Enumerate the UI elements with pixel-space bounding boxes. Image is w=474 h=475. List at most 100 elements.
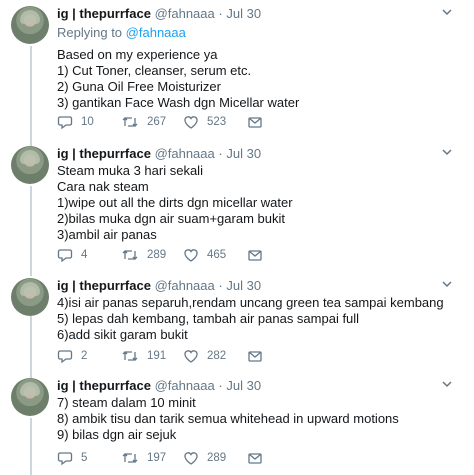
tweet-date[interactable]: Jul 30 <box>226 378 261 393</box>
tweet-text: Based on my experience ya 1) Cut Toner, … <box>57 47 299 111</box>
tweet-date[interactable]: Jul 30 <box>226 278 261 293</box>
replying-prefix: Replying to <box>57 25 123 40</box>
replying-to-handle[interactable]: @fahnaaa <box>126 25 186 40</box>
separator-dot: · <box>218 146 223 161</box>
retweet-button[interactable]: 289 <box>121 247 166 263</box>
tweet-date[interactable]: Jul 30 <box>226 146 261 161</box>
avatar[interactable] <box>11 146 49 184</box>
retweet-icon <box>122 351 138 361</box>
reply-count: 4 <box>81 249 88 261</box>
author-name[interactable]: ig | thepurrface <box>57 146 151 161</box>
reply-button[interactable]: 4 <box>57 247 87 263</box>
tweet-text: 4)isi air panas separuh,rendam uncang gr… <box>57 295 444 343</box>
tweet-line: 3) gantikan Face Wash dgn Micellar water <box>57 95 300 110</box>
tweet-header: ig | thepurrface @fahnaaa · Jul 30 <box>57 146 261 162</box>
like-count: 523 <box>207 116 227 128</box>
tweet-line: 2)bilas muka dgn air suam+garam bukit <box>57 211 285 226</box>
reply-icon <box>57 249 73 263</box>
like-button[interactable]: 282 <box>183 348 226 364</box>
like-count: 465 <box>207 249 227 261</box>
like-icon <box>184 116 198 129</box>
retweet-count: 197 <box>147 452 167 464</box>
author-handle[interactable]: @fahnaaa <box>155 378 215 393</box>
tweet[interactable]: ig | thepurrface @fahnaaa · Jul 30 Reply… <box>0 0 474 140</box>
dm-icon <box>248 250 262 261</box>
dm-icon <box>248 351 262 362</box>
caret-down-icon[interactable] <box>441 378 453 393</box>
reply-button[interactable]: 5 <box>57 450 87 466</box>
retweet-icon <box>122 453 138 463</box>
tweet-line: 1)wipe out all the dirts dgn micellar wa… <box>57 195 293 210</box>
tweet-date[interactable]: Jul 30 <box>226 6 261 21</box>
retweet-count: 267 <box>147 116 167 128</box>
tweet-line: 7) steam dalam 10 minit <box>57 395 196 410</box>
author-name[interactable]: ig | thepurrface <box>57 6 151 21</box>
author-name[interactable]: ig | thepurrface <box>57 278 151 293</box>
dm-button[interactable] <box>247 247 263 263</box>
tweet-actions: 2 191 282 <box>57 348 457 364</box>
like-icon <box>184 249 198 262</box>
tweet-line: 3)ambil air panas <box>57 227 157 242</box>
tweet-line: 5) lepas dah kembang, tambah air panas s… <box>57 311 360 326</box>
reply-button[interactable]: 2 <box>57 348 87 364</box>
author-handle[interactable]: @fahnaaa <box>155 146 215 161</box>
reply-count: 2 <box>81 350 88 362</box>
like-count: 282 <box>207 350 227 362</box>
tweet-line: Cara nak steam <box>57 179 149 194</box>
dm-icon <box>248 117 262 128</box>
tweet-header: ig | thepurrface @fahnaaa · Jul 30 <box>57 6 261 22</box>
tweet-actions: 10 267 523 <box>57 114 457 130</box>
retweet-button[interactable]: 267 <box>121 114 166 130</box>
retweet-button[interactable]: 191 <box>121 348 166 364</box>
retweet-icon <box>122 250 138 260</box>
tweet-header: ig | thepurrface @fahnaaa · Jul 30 <box>57 278 261 294</box>
tweet-text: 7) steam dalam 10 minit 8) ambik tisu da… <box>57 395 399 443</box>
separator-dot: · <box>218 6 223 21</box>
author-handle[interactable]: @fahnaaa <box>155 6 215 21</box>
retweet-button[interactable]: 197 <box>121 450 166 466</box>
reply-icon <box>57 116 73 130</box>
replying-to: Replying to @fahnaaa <box>57 25 186 41</box>
tweet-line: 9) bilas dgn air sejuk <box>57 427 177 442</box>
separator-dot: · <box>218 378 223 393</box>
like-button[interactable]: 465 <box>183 247 226 263</box>
like-button[interactable]: 289 <box>183 450 226 466</box>
tweet-line: 4)isi air panas separuh,rendam uncang gr… <box>57 295 444 310</box>
retweet-count: 191 <box>147 350 167 362</box>
dm-button[interactable] <box>247 450 263 466</box>
caret-down-icon[interactable] <box>441 6 453 21</box>
tweet[interactable]: ig | thepurrface @fahnaaa · Jul 30 7) st… <box>0 372 474 475</box>
dm-icon <box>248 453 262 464</box>
dm-button[interactable] <box>247 348 263 364</box>
tweet-header: ig | thepurrface @fahnaaa · Jul 30 <box>57 378 261 394</box>
tweet-actions: 5 197 289 <box>57 450 457 466</box>
tweet-line: Based on my experience ya <box>57 47 218 62</box>
reply-count: 5 <box>81 452 88 464</box>
avatar[interactable] <box>11 378 49 416</box>
reply-icon <box>57 350 73 364</box>
like-icon <box>184 350 198 363</box>
author-handle[interactable]: @fahnaaa <box>155 278 215 293</box>
tweet[interactable]: ig | thepurrface @fahnaaa · Jul 30 Steam… <box>0 140 474 272</box>
reply-icon <box>57 452 73 466</box>
tweet-line: 1) Cut Toner, cleanser, serum etc. <box>57 63 252 78</box>
tweet-line: 2) Guna Oil Free Moisturizer <box>57 79 221 94</box>
reply-button[interactable]: 10 <box>57 114 94 130</box>
tweet[interactable]: ig | thepurrface @fahnaaa · Jul 30 4)isi… <box>0 272 474 372</box>
author-name[interactable]: ig | thepurrface <box>57 378 151 393</box>
dm-button[interactable] <box>247 114 263 130</box>
like-button[interactable]: 523 <box>183 114 226 130</box>
tweet-line: 6)add sikit garam bukit <box>57 327 188 342</box>
caret-down-icon[interactable] <box>441 278 453 293</box>
tweet-actions: 4 289 465 <box>57 247 457 263</box>
tweet-line: Steam muka 3 hari sekali <box>57 163 203 178</box>
tweet-line: 8) ambik tisu dan tarik semua whitehead … <box>57 411 399 426</box>
tweet-text: Steam muka 3 hari sekali Cara nak steam … <box>57 163 293 243</box>
like-icon <box>184 452 198 465</box>
separator-dot: · <box>218 278 223 293</box>
avatar[interactable] <box>11 6 49 44</box>
retweet-icon <box>122 117 138 127</box>
avatar[interactable] <box>11 278 49 316</box>
caret-down-icon[interactable] <box>441 146 453 161</box>
reply-count: 10 <box>81 116 94 128</box>
